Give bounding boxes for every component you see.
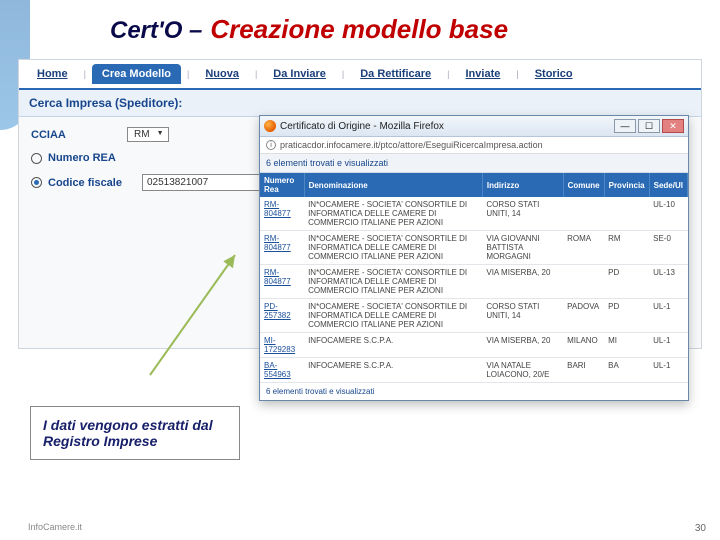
- col-rea: Numero Rea: [260, 173, 304, 197]
- table-row[interactable]: MI-1729283INFOCAMERE S.C.P.A.VIA MISERBA…: [260, 333, 688, 358]
- panel-header: Cerca Impresa (Speditore):: [19, 90, 701, 117]
- firefox-icon: [264, 120, 276, 132]
- results-count-bottom: 6 elementi trovati e visualizzati: [260, 383, 688, 400]
- popup-titlebar: Certificato di Origine - Mozilla Firefox…: [260, 116, 688, 137]
- main-nav: Home | Crea Modello | Nuova | Da Inviare…: [19, 60, 701, 90]
- nav-da-rettificare[interactable]: Da Rettificare: [350, 64, 441, 84]
- page-number: 30: [695, 523, 706, 534]
- title-red: Creazione modello base: [210, 14, 508, 45]
- col-comune: Comune: [563, 173, 604, 197]
- cciaa-label: CCIAA: [31, 129, 121, 141]
- nav-nuova[interactable]: Nuova: [195, 64, 249, 84]
- popup-title: Certificato di Origine - Mozilla Firefox: [280, 121, 612, 132]
- results-popup: Certificato di Origine - Mozilla Firefox…: [259, 115, 689, 401]
- close-button[interactable]: ✕: [662, 119, 684, 133]
- table-row[interactable]: PD-257382IN*OCAMERE - SOCIETA' CONSORTIL…: [260, 299, 688, 333]
- radio-rea[interactable]: [31, 153, 42, 164]
- info-icon: i: [266, 140, 276, 150]
- title-black: Cert'O –: [110, 17, 202, 45]
- col-indirizzo: Indirizzo: [482, 173, 563, 197]
- maximize-button[interactable]: ☐: [638, 119, 660, 133]
- results-count-top: 6 elementi trovati e visualizzati: [260, 154, 688, 173]
- cciaa-select[interactable]: RM: [127, 127, 169, 142]
- col-provincia: Provincia: [604, 173, 649, 197]
- nav-crea-modello[interactable]: Crea Modello: [92, 64, 181, 84]
- nav-da-inviare[interactable]: Da Inviare: [263, 64, 336, 84]
- cf-label: Codice fiscale: [48, 177, 122, 189]
- annotation-callout: I dati vengono estratti dal Registro Imp…: [30, 406, 240, 460]
- minimize-button[interactable]: —: [614, 119, 636, 133]
- col-denominazione: Denominazione: [304, 173, 482, 197]
- url-bar: i praticacdor.infocamere.it/ptco/attore/…: [260, 137, 688, 154]
- table-row[interactable]: RM-804877IN*OCAMERE - SOCIETA' CONSORTIL…: [260, 197, 688, 231]
- brand-footer: InfoCamere.it: [28, 522, 82, 532]
- url-text: praticacdor.infocamere.it/ptco/attore/Es…: [280, 140, 543, 150]
- col-sede: Sede/Ul: [649, 173, 687, 197]
- table-row[interactable]: RM-804877IN*OCAMERE - SOCIETA' CONSORTIL…: [260, 265, 688, 299]
- rea-label: Numero REA: [48, 152, 116, 164]
- cf-input[interactable]: 02513821007: [142, 174, 262, 191]
- results-table: Numero Rea Denominazione Indirizzo Comun…: [260, 173, 688, 383]
- nav-storico[interactable]: Storico: [525, 64, 583, 84]
- nav-home[interactable]: Home: [27, 64, 78, 84]
- table-row[interactable]: RM-804877IN*OCAMERE - SOCIETA' CONSORTIL…: [260, 231, 688, 265]
- nav-inviate[interactable]: Inviate: [456, 64, 511, 84]
- app-window: Home | Crea Modello | Nuova | Da Inviare…: [18, 59, 702, 349]
- table-row[interactable]: BA-554963INFOCAMERE S.C.P.A.VIA NATALE L…: [260, 358, 688, 383]
- slide-title: Cert'O – Creazione modello base: [0, 0, 720, 55]
- radio-codice-fiscale[interactable]: [31, 177, 42, 188]
